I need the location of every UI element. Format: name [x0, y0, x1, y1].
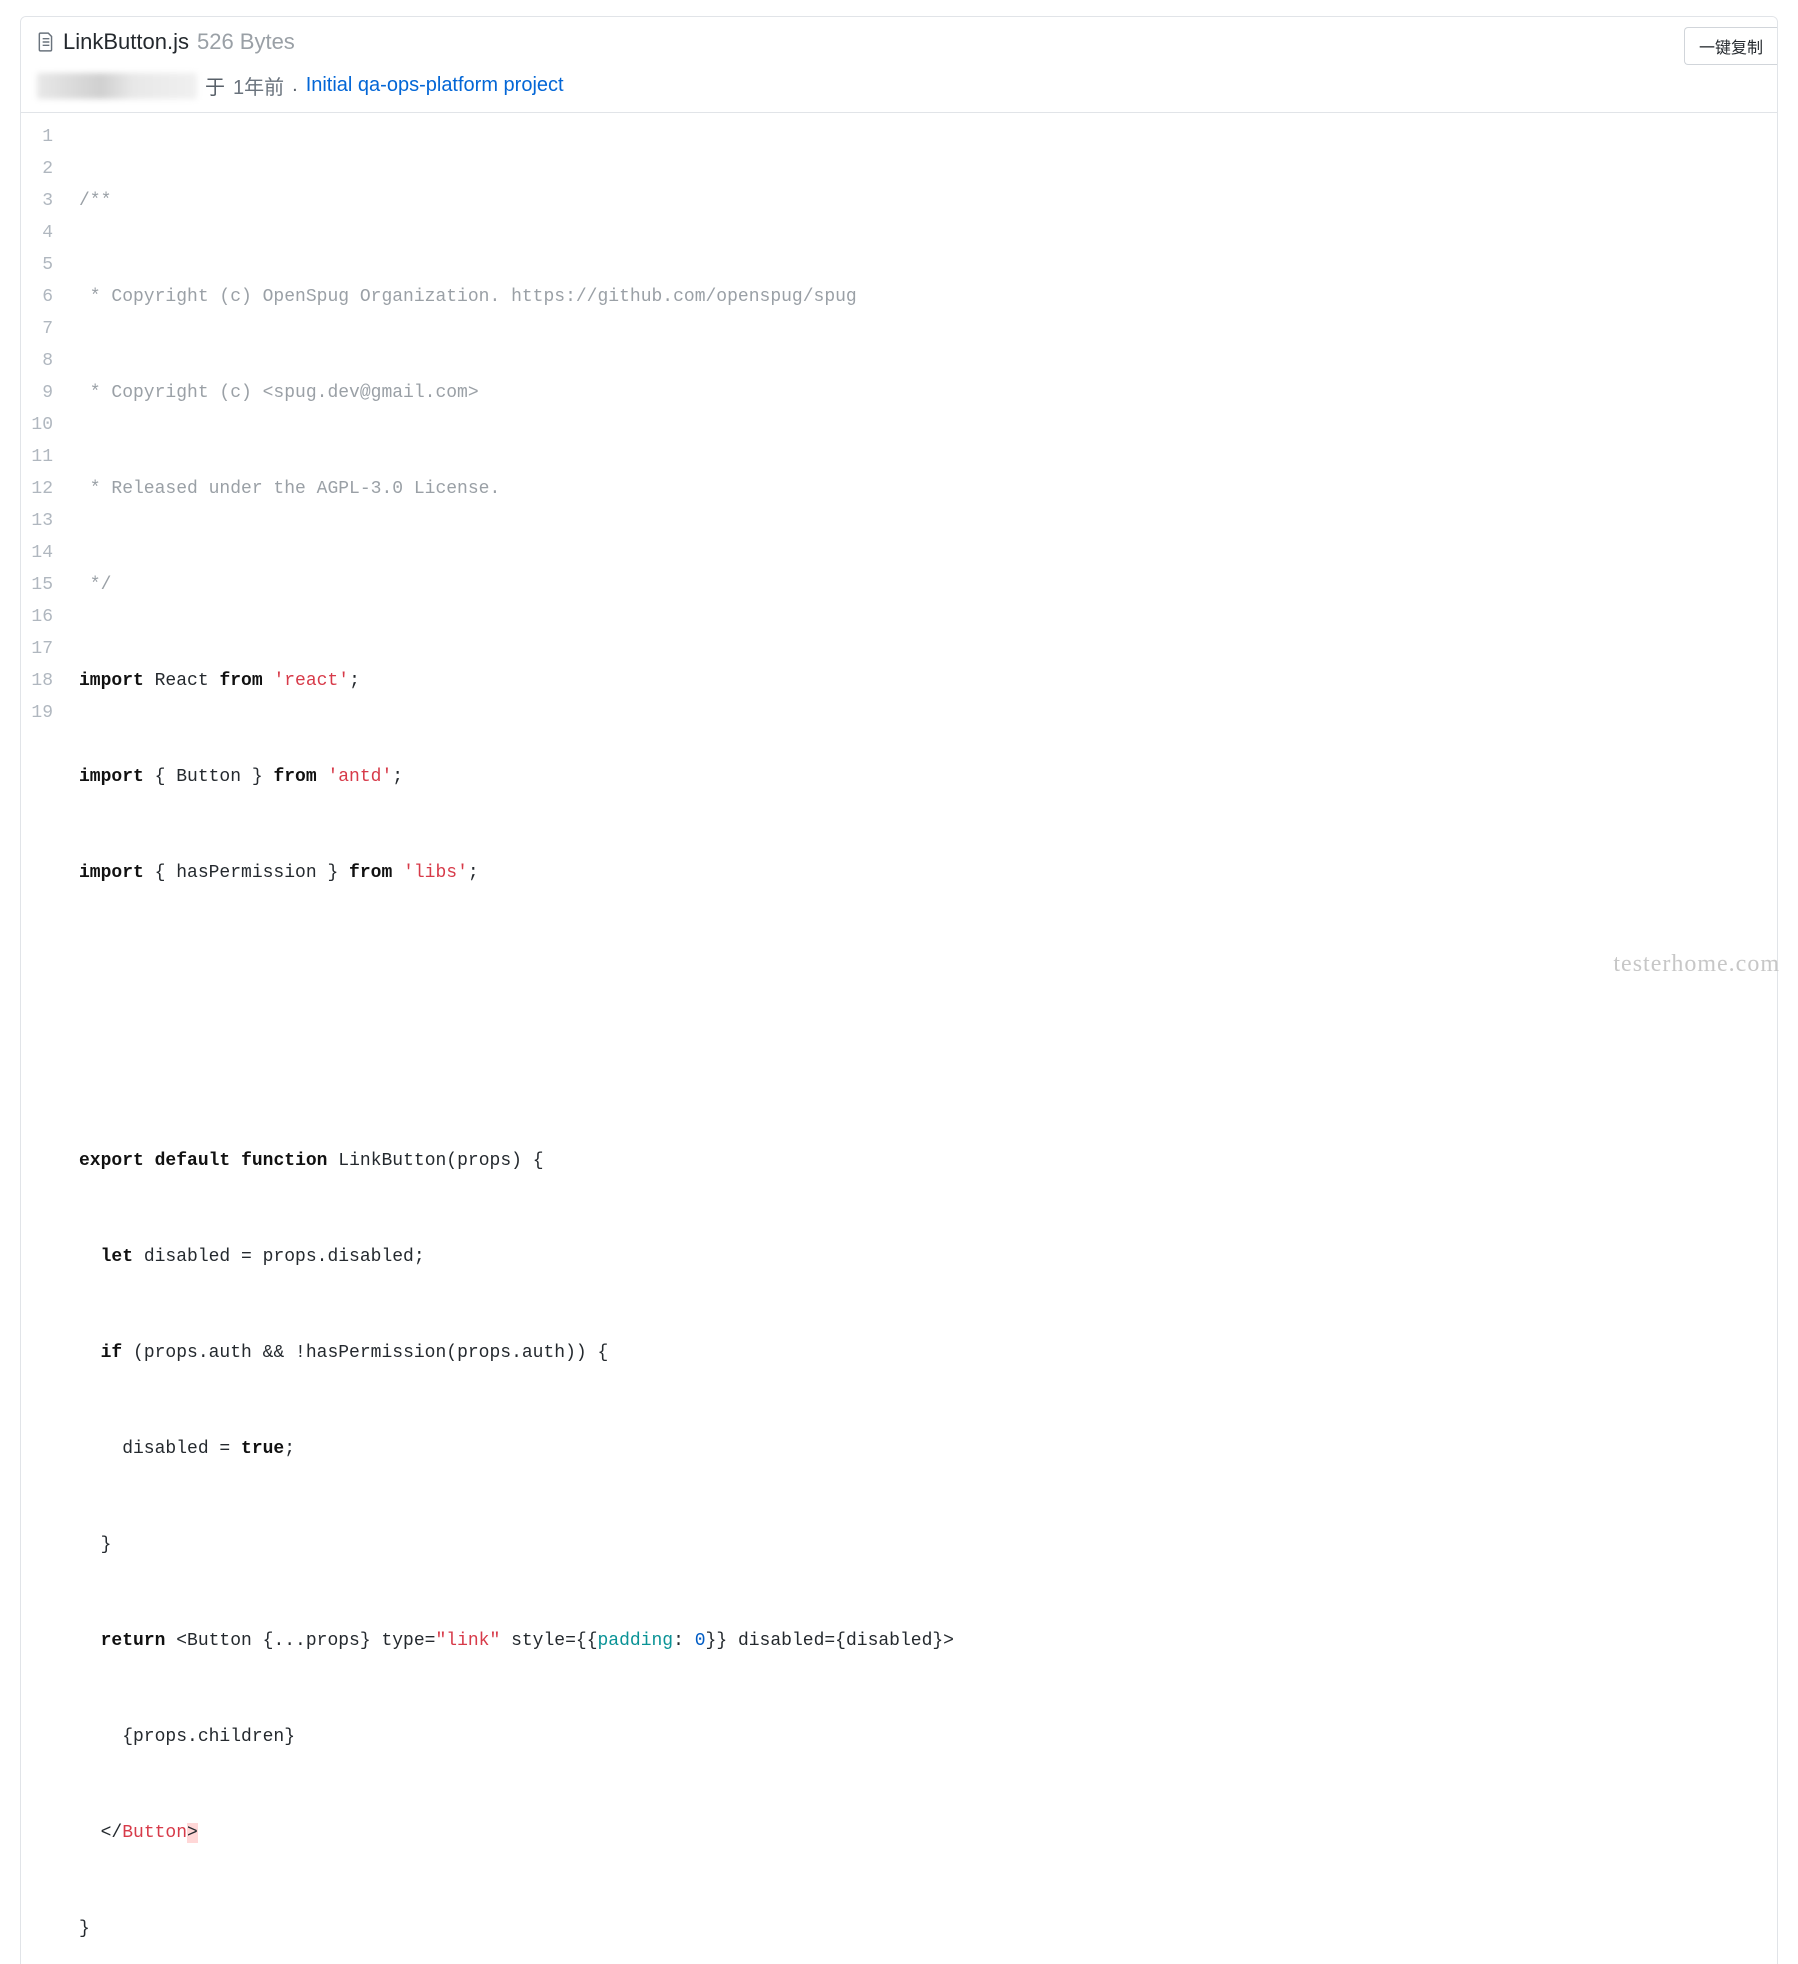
line-number: 3 — [31, 185, 61, 217]
code-token: * Copyright (c) OpenSpug Organization. h… — [79, 287, 857, 307]
line-number: 11 — [31, 441, 61, 473]
code-token: * Copyright (c) <spug.dev@gmail.com> — [79, 383, 479, 403]
line-number: 4 — [31, 217, 61, 249]
code-token — [79, 1247, 101, 1267]
code-token: (props.auth && !hasPermission(props.auth… — [122, 1343, 608, 1363]
line-number: 8 — [31, 345, 61, 377]
code-token: /** — [79, 191, 111, 211]
code-token: from — [273, 767, 316, 787]
code-token: from — [349, 863, 392, 883]
code-token: 0 — [695, 1631, 706, 1651]
line-number: 18 — [31, 665, 61, 697]
line-number-gutter: 1 2 3 4 5 6 7 8 9 10 11 12 13 14 15 16 1… — [21, 113, 71, 1964]
code-token: { hasPermission } — [144, 863, 349, 883]
code-token: 'react' — [263, 671, 349, 691]
line-number: 1 — [31, 121, 61, 153]
commit-time: 1年前 — [233, 71, 284, 100]
code-token: */ — [79, 575, 111, 595]
file-size: 526 Bytes — [197, 29, 295, 55]
code-token: 'libs' — [392, 863, 468, 883]
code-token — [230, 1151, 241, 1171]
code-token: > — [187, 1823, 198, 1843]
file-container: LinkButton.js 526 Bytes 一键复制 于 1年前 . Ini… — [20, 16, 1778, 1964]
file-name: LinkButton.js — [63, 29, 189, 55]
line-number: 14 — [31, 537, 61, 569]
code-token — [79, 1343, 101, 1363]
code-token: function — [241, 1151, 327, 1171]
line-number: 12 — [31, 473, 61, 505]
code-token — [144, 1151, 155, 1171]
code-token: { Button } — [144, 767, 274, 787]
line-number: 17 — [31, 633, 61, 665]
code-token: let — [101, 1247, 133, 1267]
code-token — [79, 1631, 101, 1651]
commit-message-link[interactable]: Initial qa-ops-platform project — [306, 74, 564, 97]
commit-time-prefix: 于 — [205, 71, 225, 100]
code-token: } — [79, 1919, 90, 1939]
code-token: import — [79, 863, 144, 883]
code-token: import — [79, 671, 144, 691]
commit-separator: . — [292, 74, 298, 97]
code-token: style={{ — [500, 1631, 597, 1651]
code-token: Button — [122, 1823, 187, 1843]
code-token: ; — [392, 767, 403, 787]
code-token: from — [219, 671, 262, 691]
code-token: default — [155, 1151, 231, 1171]
code-token: <Button {...props} type= — [165, 1631, 435, 1651]
code-token: {props.children} — [79, 1727, 295, 1747]
code-token: disabled = — [79, 1439, 241, 1459]
code-area: 1 2 3 4 5 6 7 8 9 10 11 12 13 14 15 16 1… — [21, 113, 1777, 1964]
line-number: 10 — [31, 409, 61, 441]
code-content[interactable]: /** * Copyright (c) OpenSpug Organizatio… — [71, 113, 1777, 1964]
file-icon — [37, 32, 55, 52]
line-number: 9 — [31, 377, 61, 409]
code-token: }} disabled={disabled}> — [706, 1631, 954, 1651]
file-header: LinkButton.js 526 Bytes 一键复制 于 1年前 . Ini… — [21, 17, 1777, 113]
line-number: 2 — [31, 153, 61, 185]
commit-info-row: 于 1年前 . Initial qa-ops-platform project — [37, 71, 1761, 100]
code-token: disabled = props.disabled; — [133, 1247, 425, 1267]
file-title-row: LinkButton.js 526 Bytes — [37, 29, 1761, 55]
code-token: React — [144, 671, 220, 691]
line-number: 6 — [31, 281, 61, 313]
code-token: 'antd' — [317, 767, 393, 787]
code-token: ; — [284, 1439, 295, 1459]
code-token: ; — [468, 863, 479, 883]
line-number: 15 — [31, 569, 61, 601]
code-token: ; — [349, 671, 360, 691]
line-number: 5 — [31, 249, 61, 281]
code-token: * Released under the AGPL-3.0 License. — [79, 479, 500, 499]
line-number: 13 — [31, 505, 61, 537]
line-number: 19 — [31, 697, 61, 729]
code-token: "link" — [435, 1631, 500, 1651]
author-avatar-blurred — [37, 73, 197, 99]
line-number: 7 — [31, 313, 61, 345]
code-token: true — [241, 1439, 284, 1459]
code-token: } — [79, 1535, 111, 1555]
code-token: if — [101, 1343, 123, 1363]
code-token: return — [101, 1631, 166, 1651]
line-number: 16 — [31, 601, 61, 633]
copy-button[interactable]: 一键复制 — [1684, 27, 1777, 65]
code-token: LinkButton(props) { — [327, 1151, 543, 1171]
code-token: : — [673, 1631, 695, 1651]
code-token: </ — [79, 1823, 122, 1843]
code-token: export — [79, 1151, 144, 1171]
code-token: import — [79, 767, 144, 787]
code-token: padding — [598, 1631, 674, 1651]
